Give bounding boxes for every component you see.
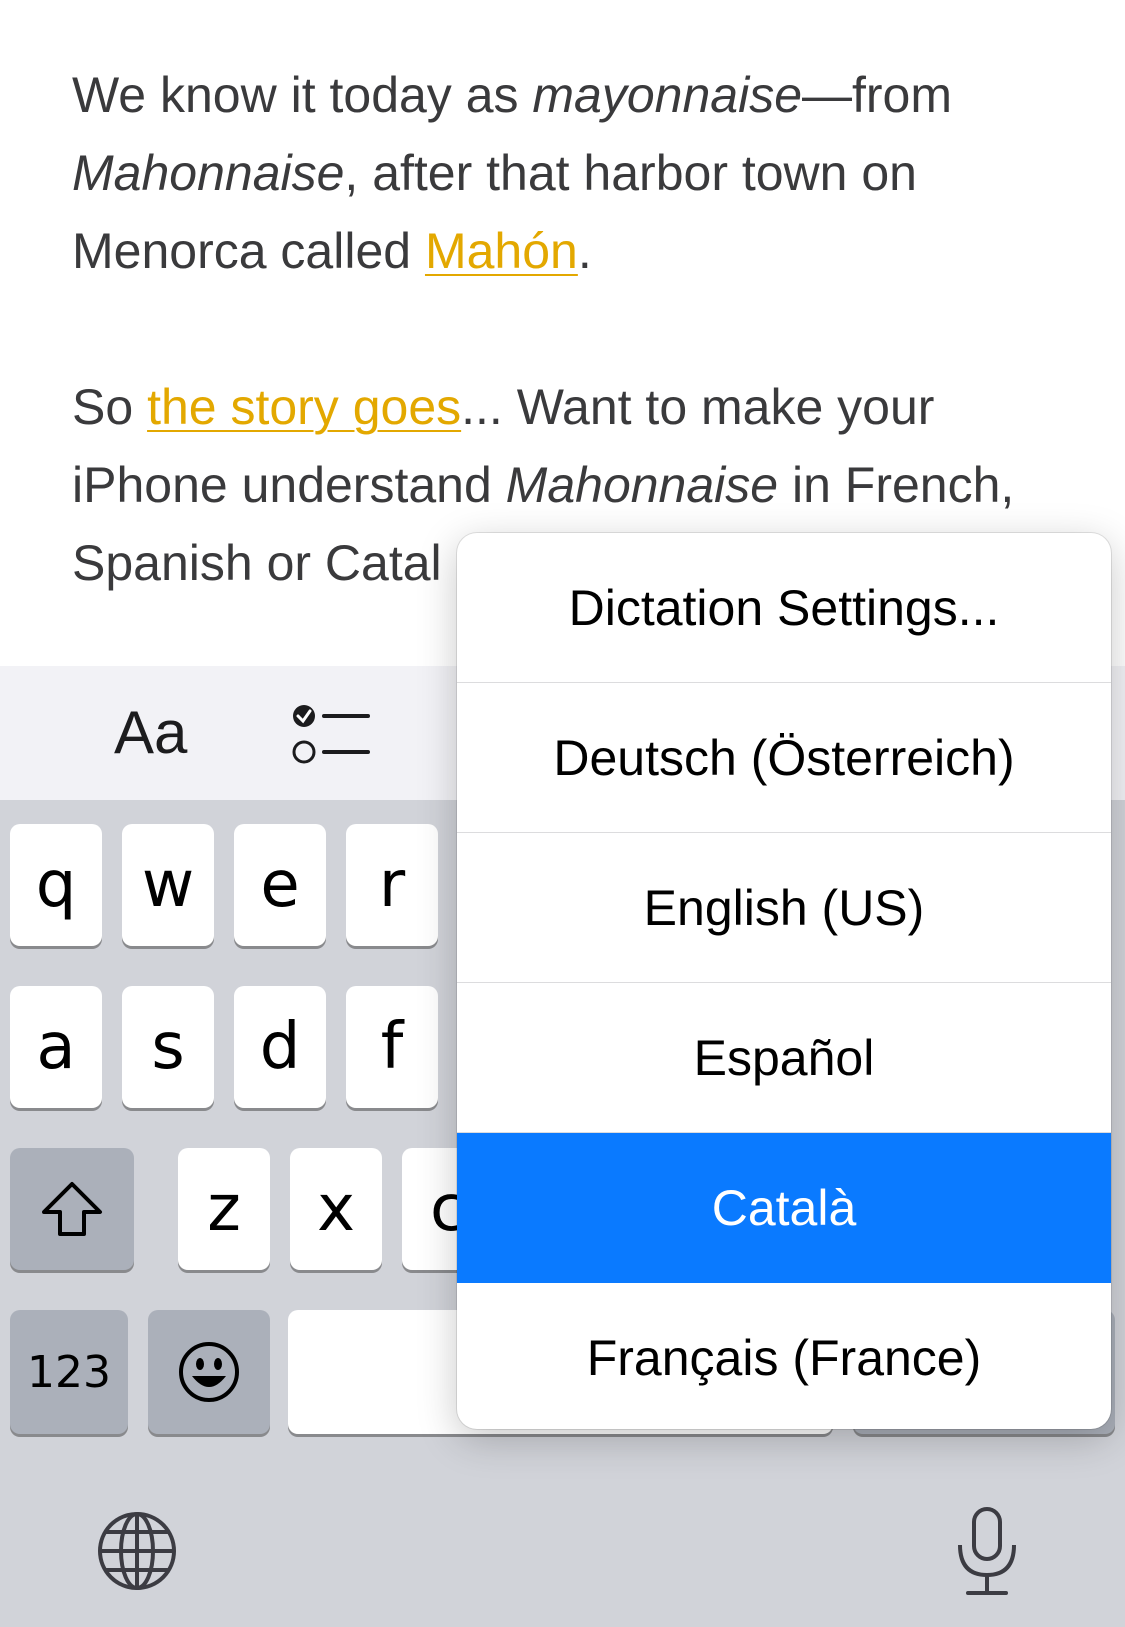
key-z[interactable]: z [178, 1148, 270, 1270]
microphone-icon[interactable] [952, 1505, 1022, 1597]
key-q[interactable]: q [10, 824, 102, 946]
emoji-key[interactable] [148, 1310, 270, 1434]
dictation-language-menu: Dictation Settings... Deutsch (Österreic… [457, 533, 1111, 1429]
key-f[interactable]: f [346, 986, 438, 1108]
numbers-key[interactable]: 123 [10, 1310, 128, 1434]
menu-item-deutsch[interactable]: Deutsch (Österreich) [457, 683, 1111, 833]
key-a[interactable]: a [10, 986, 102, 1108]
key-s[interactable]: s [122, 986, 214, 1108]
menu-item-english[interactable]: English (US) [457, 833, 1111, 983]
mahon-link[interactable]: Mahón [425, 223, 578, 279]
italic-text: mayonnaise [532, 67, 803, 123]
italic-text: Mahonnaise [505, 457, 779, 513]
text: . [577, 223, 592, 279]
text: So [72, 379, 148, 435]
paragraph-1: We know it today as mayonnaise—from Maho… [72, 56, 1072, 290]
shift-icon [42, 1182, 102, 1236]
key-d[interactable]: d [234, 986, 326, 1108]
story-link[interactable]: the story goes [147, 379, 461, 435]
note-body[interactable]: We know it today as mayonnaise—from Maho… [72, 56, 1072, 602]
checklist-icon[interactable] [292, 702, 372, 772]
menu-item-catala[interactable]: Català [457, 1133, 1111, 1283]
key-r[interactable]: r [346, 824, 438, 946]
menu-item-dictation-settings[interactable]: Dictation Settings... [457, 533, 1111, 683]
menu-item-espanol[interactable]: Español [457, 983, 1111, 1133]
emoji-icon [179, 1342, 239, 1402]
format-button[interactable]: Aa [114, 698, 187, 767]
text: —from [802, 67, 953, 123]
shift-key[interactable] [10, 1148, 134, 1270]
italic-text: Mahonnaise [72, 145, 345, 201]
key-e[interactable]: e [234, 824, 326, 946]
key-w[interactable]: w [122, 824, 214, 946]
menu-item-francais[interactable]: Français (France) [457, 1283, 1111, 1429]
key-x[interactable]: x [290, 1148, 382, 1270]
globe-icon[interactable] [96, 1510, 178, 1592]
text: We know it today as [72, 67, 533, 123]
